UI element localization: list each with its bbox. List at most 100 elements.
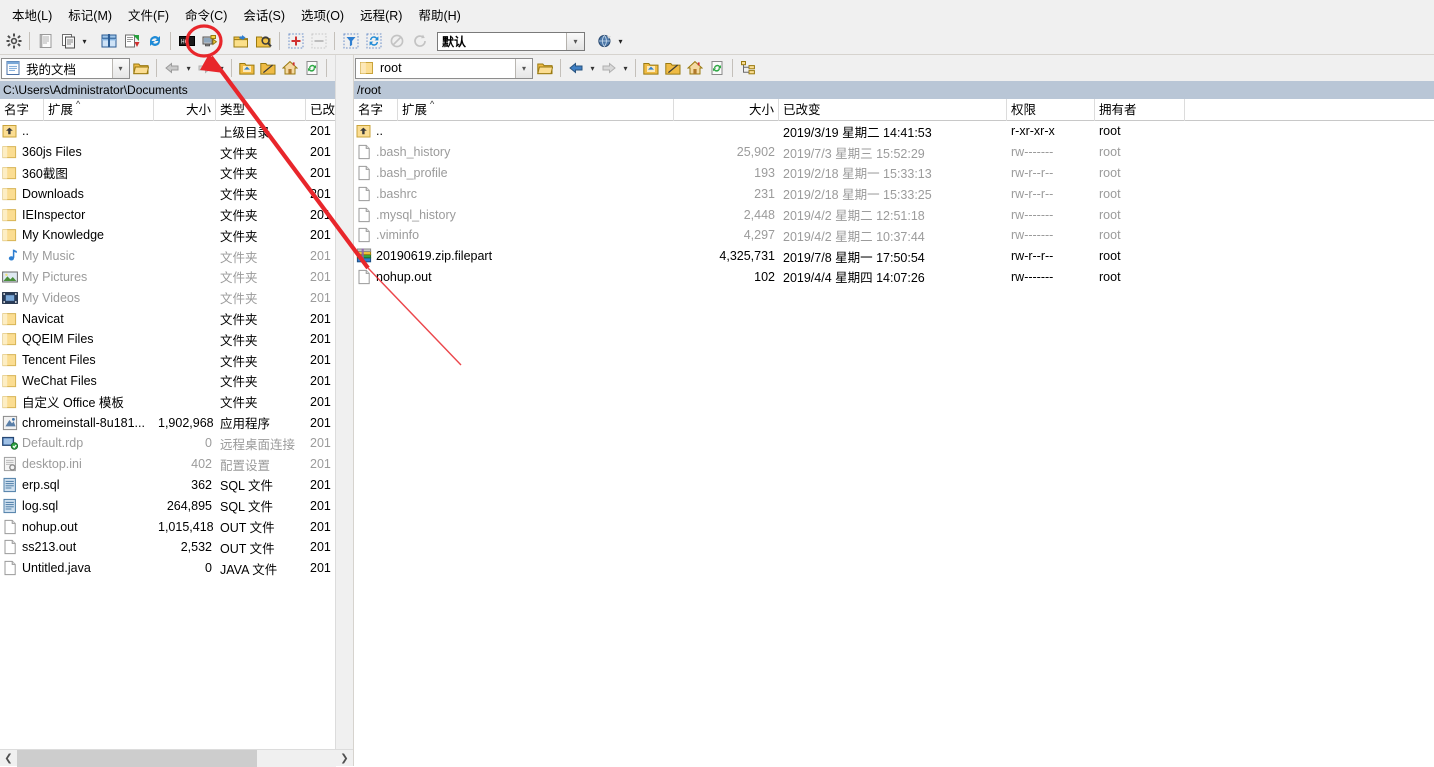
refresh-button[interactable] — [706, 57, 728, 79]
file-row[interactable]: My Pictures 文件夹 201 — [0, 267, 353, 288]
chevron-down-icon[interactable]: ▾ — [566, 32, 584, 50]
root-directory-button[interactable] — [258, 57, 280, 79]
copy-session-icon[interactable] — [57, 30, 80, 53]
session-globe-dropdown-caret[interactable]: ▾ — [616, 30, 625, 53]
column-header-4[interactable]: 权限 — [1007, 98, 1095, 121]
column-header-3[interactable]: 类型 — [216, 98, 306, 121]
chevron-down-icon[interactable]: ▾ — [515, 58, 532, 78]
menu-mark[interactable]: 标记(M) — [60, 1, 120, 28]
column-header-2[interactable]: 大小 — [674, 98, 779, 121]
root-directory-button[interactable] — [662, 57, 684, 79]
file-row[interactable]: My Music 文件夹 201 — [0, 246, 353, 267]
file-row[interactable]: nohup.out 102 2019/4/4 星期四 14:07:26 rw-----… — [354, 267, 1434, 288]
file-row[interactable]: .mysql_history 2,448 2019/4/2 星期二 12:51:18… — [354, 204, 1434, 225]
file-row[interactable]: WeChat Files 文件夹 201 — [0, 371, 353, 392]
menu-remote[interactable]: 远程(R) — [352, 1, 410, 28]
remove-bookmark-icon[interactable] — [307, 30, 330, 53]
local-horizontal-scrollbar[interactable]: ❮ ❯ — [0, 749, 353, 767]
file-row[interactable]: .bash_history 25,902 2019/7/3 星期三 15:52:29… — [354, 142, 1434, 163]
file-row[interactable]: Downloads 文件夹 201 — [0, 183, 353, 204]
file-row[interactable]: chromeinstall-8u181... 1,902,968 应用程序 201 — [0, 412, 353, 433]
copy-session-dropdown-caret[interactable]: ▾ — [80, 30, 89, 53]
file-row[interactable]: QQEIM Files 文件夹 201 — [0, 329, 353, 350]
forward-button[interactable] — [194, 57, 216, 79]
session-color-combo[interactable]: 默认 ▾ — [437, 31, 585, 51]
file-row[interactable]: Navicat 文件夹 201 — [0, 308, 353, 329]
refresh-button[interactable] — [301, 57, 323, 79]
local-open-directory-button[interactable] — [131, 57, 153, 79]
remote-file-list[interactable]: .. 2019/3/19 星期二 14:41:53 r-xr-xr-x root .ba… — [354, 121, 1434, 766]
back-dropdown-caret[interactable]: ▾ — [587, 64, 598, 73]
back-button[interactable] — [161, 57, 183, 79]
menu-help[interactable]: 帮助(H) — [410, 1, 468, 28]
back-button[interactable] — [565, 57, 587, 79]
file-row[interactable]: 20190619.zip.filepart 4,325,731 2019/7/8 星… — [354, 246, 1434, 267]
file-row[interactable]: My Knowledge 文件夹 201 — [0, 225, 353, 246]
transfer-queue-icon[interactable] — [120, 30, 143, 53]
open-terminal-icon[interactable] — [229, 30, 252, 53]
file-row[interactable]: .. 上级目录 201 — [0, 121, 353, 142]
local-drive-combo[interactable]: 我的文档 ▾ — [1, 57, 130, 79]
menu-options[interactable]: 选项(O) — [293, 1, 352, 28]
column-header-2[interactable]: 大小 — [154, 98, 216, 121]
forward-dropdown-caret[interactable]: ▾ — [216, 64, 227, 73]
file-row[interactable]: 360js Files 文件夹 201 — [0, 142, 353, 163]
menu-local[interactable]: 本地(L) — [4, 1, 60, 28]
parent-directory-button[interactable] — [236, 57, 258, 79]
file-row[interactable]: .viminfo 4,297 2019/4/2 星期二 10:37:44 rw----… — [354, 225, 1434, 246]
file-row[interactable]: desktop.ini 402 配置设置 201 — [0, 454, 353, 475]
local-file-list[interactable]: .. 上级目录 201 360js Files 文件夹 201 360截图 文件夹 201 Dow… — [0, 121, 353, 749]
file-row[interactable]: log.sql 264,895 SQL 文件 201 — [0, 495, 353, 516]
file-row[interactable]: nohup.out 1,015,418 OUT 文件 201 — [0, 516, 353, 537]
log-window-icon[interactable] — [34, 30, 57, 53]
file-row[interactable]: 自定义 Office 模板 文件夹 201 — [0, 391, 353, 412]
find-files-icon[interactable] — [252, 30, 275, 53]
scroll-right-arrow-icon[interactable]: ❯ — [336, 750, 353, 767]
file-row[interactable]: 360截图 文件夹 201 — [0, 163, 353, 184]
menu-command[interactable]: 命令(C) — [177, 1, 235, 28]
parent-directory-button[interactable] — [640, 57, 662, 79]
column-header-1[interactable]: 扩展 ^ — [44, 98, 154, 121]
menu-file[interactable]: 文件(F) — [120, 1, 177, 28]
forward-dropdown-caret[interactable]: ▾ — [620, 64, 631, 73]
column-header-5[interactable]: 拥有者 — [1095, 98, 1185, 121]
filter-icon[interactable] — [339, 30, 362, 53]
scroll-left-arrow-icon[interactable]: ❮ — [0, 750, 17, 767]
add-bookmark-icon[interactable] — [284, 30, 307, 53]
settings-gear-icon[interactable] — [2, 30, 25, 53]
scroll-track[interactable] — [17, 749, 336, 767]
file-row[interactable]: .bash_profile 193 2019/2/18 星期一 15:33:13 rw… — [354, 163, 1434, 184]
refresh-both-icon[interactable] — [362, 30, 385, 53]
menu-session[interactable]: 会话(S) — [235, 1, 293, 28]
file-row[interactable]: Default.rdp 0 远程桌面连接 201 — [0, 433, 353, 454]
column-header-0[interactable]: 名字 — [354, 98, 398, 121]
local-vertical-scrollbar[interactable] — [335, 55, 353, 749]
back-dropdown-caret[interactable]: ▾ — [183, 64, 194, 73]
column-header-1[interactable]: 扩展 ^ — [398, 98, 674, 121]
file-row[interactable]: .bashrc 231 2019/2/18 星期一 15:33:25 rw-r--r-… — [354, 183, 1434, 204]
file-row[interactable]: Untitled.java 0 JAVA 文件 201 — [0, 558, 353, 579]
file-row[interactable]: ss213.out 2,532 OUT 文件 201 — [0, 537, 353, 558]
remote-open-directory-button[interactable] — [534, 57, 556, 79]
home-directory-button[interactable] — [684, 57, 706, 79]
new-session-icon[interactable] — [97, 30, 120, 53]
synchronize-icon[interactable] — [143, 30, 166, 53]
console-icon[interactable]: HO — [175, 30, 198, 53]
scroll-thumb[interactable] — [17, 749, 257, 767]
chevron-down-icon[interactable]: ▾ — [111, 58, 129, 78]
column-header-3[interactable]: 已改变 — [779, 98, 1007, 121]
file-row[interactable]: erp.sql 362 SQL 文件 201 — [0, 475, 353, 496]
file-row[interactable]: Tencent Files 文件夹 201 — [0, 350, 353, 371]
reconnect-icon[interactable] — [408, 30, 431, 53]
forward-button[interactable] — [598, 57, 620, 79]
file-row[interactable]: .. 2019/3/19 星期二 14:41:53 r-xr-xr-x root — [354, 121, 1434, 142]
keep-remote-directory-up-to-date-icon[interactable] — [198, 30, 221, 53]
file-row[interactable]: My Videos 文件夹 201 — [0, 287, 353, 308]
file-row[interactable]: IEInspector 文件夹 201 — [0, 204, 353, 225]
directory-tree-button[interactable] — [737, 57, 759, 79]
remote-directory-combo[interactable]: root ▾ — [355, 57, 533, 79]
home-directory-button[interactable] — [279, 57, 301, 79]
stop-icon[interactable] — [385, 30, 408, 53]
session-globe-icon[interactable] — [593, 30, 616, 53]
column-header-0[interactable]: 名字 — [0, 98, 44, 121]
